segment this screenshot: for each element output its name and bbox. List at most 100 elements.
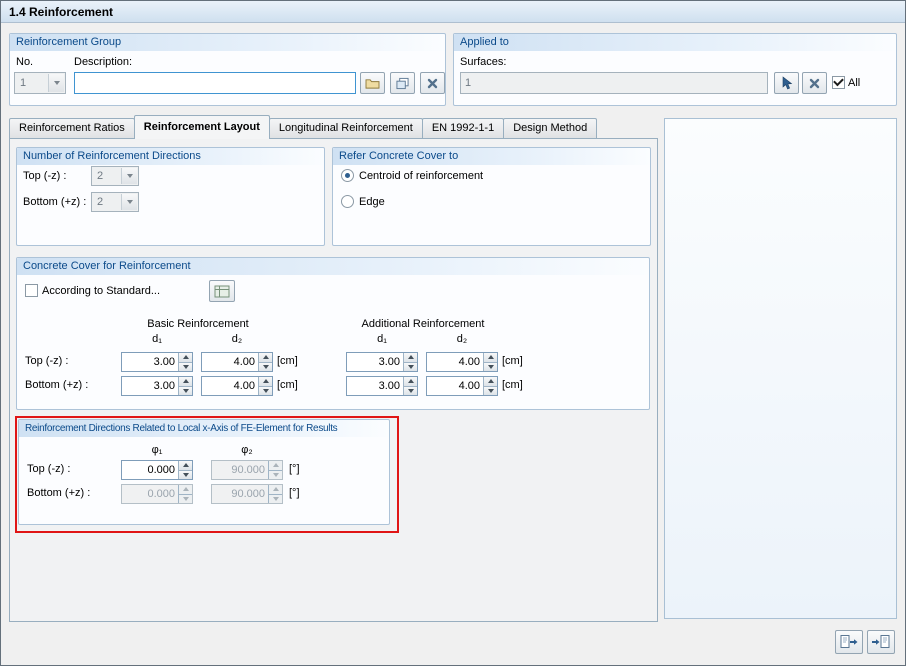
spinner-buttons [258, 353, 272, 371]
group-number-value: 1 [20, 77, 27, 89]
spinner-down-icon [268, 469, 282, 479]
spinner-additional-d2-bottom[interactable]: 4.00 [426, 376, 498, 396]
group-title-reinforcement-group: Reinforcement Group [10, 34, 445, 51]
top-directions-select: 2 [91, 166, 139, 186]
degree-unit-label: [°] [289, 487, 300, 499]
number-of-directions-box: Number of Reinforcement Directions Top (… [16, 147, 325, 246]
spinner-down-icon[interactable] [178, 385, 192, 395]
phi2-header: φ₂ [241, 444, 253, 456]
spinner-up-icon [268, 461, 282, 470]
spinner-additional-d2-top[interactable]: 4.00 [426, 352, 498, 372]
cm-unit-label: [cm] [502, 355, 523, 367]
cover-bottom-row-label: Bottom (+z) : [25, 379, 89, 391]
spinner-up-icon[interactable] [178, 461, 192, 470]
spinner-up-icon[interactable] [483, 377, 497, 386]
spinner-buttons [178, 377, 192, 395]
standard-settings-button[interactable] [209, 280, 235, 302]
spinner-down-icon[interactable] [178, 361, 192, 371]
spinner-basic-d2-bottom[interactable]: 4.00 [201, 376, 273, 396]
tab-reinforcement-ratios[interactable]: Reinforcement Ratios [9, 118, 135, 138]
restore-defaults-button[interactable] [867, 630, 895, 654]
tab-en-1992-1-1[interactable]: EN 1992-1-1 [421, 118, 505, 138]
new-group-button[interactable] [360, 72, 385, 94]
spinner-up-icon[interactable] [403, 377, 417, 386]
spinner-down-icon[interactable] [258, 385, 272, 395]
spinner-additional-d1-bottom[interactable]: 3.00 [346, 376, 418, 396]
additional-reinforcement-header: Additional Reinforcement [361, 318, 485, 330]
folder-icon [365, 77, 380, 90]
spinner-value: 0.000 [147, 488, 175, 500]
spinner-buttons [403, 353, 417, 371]
spinner-buttons [178, 353, 192, 371]
spinner-down-icon[interactable] [403, 361, 417, 371]
group-title-result-directions: Reinforcement Directions Related to Loca… [19, 420, 389, 437]
top-directions-value: 2 [97, 170, 104, 182]
description-label: Description: [74, 56, 133, 68]
pick-surfaces-button[interactable] [774, 72, 799, 94]
spinner-up-icon[interactable] [258, 377, 272, 386]
spinner-phi1-top[interactable]: 0.000 [121, 460, 193, 480]
spinner-down-icon [268, 493, 282, 503]
copy-group-button[interactable] [390, 72, 415, 94]
basic-d1-header: d₁ [152, 333, 162, 345]
spinner-down-icon[interactable] [258, 361, 272, 371]
spinner-up-icon [178, 485, 192, 494]
spinner-up-icon[interactable] [483, 353, 497, 362]
spinner-down-icon[interactable] [483, 385, 497, 395]
according-to-standard-label[interactable]: According to Standard... [42, 285, 160, 298]
delete-x-icon [427, 78, 438, 89]
surfaces-label: Surfaces: [460, 56, 507, 68]
spinner-down-icon[interactable] [403, 385, 417, 395]
group-title-concrete-cover: Concrete Cover for Reinforcement [17, 258, 649, 275]
spinner-buttons [178, 461, 192, 479]
spinner-basic-d1-top[interactable]: 3.00 [121, 352, 193, 372]
spinner-buttons [178, 485, 192, 503]
spinner-up-icon[interactable] [178, 377, 192, 386]
cm-unit-label: [cm] [277, 379, 298, 391]
description-input[interactable] [74, 72, 356, 94]
chevron-down-icon[interactable] [48, 74, 64, 92]
bottom-directions-value: 2 [97, 196, 104, 208]
group-title-refer-cover: Refer Concrete Cover to [333, 148, 650, 165]
spinner-up-icon[interactable] [258, 353, 272, 362]
delete-group-button[interactable] [420, 72, 445, 94]
spinner-basic-d2-top[interactable]: 4.00 [201, 352, 273, 372]
save-defaults-icon [839, 634, 859, 650]
spinner-phi2-bottom: 90.000 [211, 484, 283, 504]
spinner-phi1-bottom: 0.000 [121, 484, 193, 504]
all-surfaces-checkbox[interactable] [832, 76, 845, 89]
centroid-radio[interactable] [341, 169, 354, 182]
spinner-up-icon[interactable] [178, 353, 192, 362]
group-number-select[interactable]: 1 [14, 72, 66, 94]
tab-design-method[interactable]: Design Method [503, 118, 598, 138]
edge-radio[interactable] [341, 195, 354, 208]
cm-unit-label: [cm] [277, 355, 298, 367]
surfaces-input [460, 72, 768, 94]
spinner-down-icon[interactable] [178, 469, 192, 479]
spinner-down-icon[interactable] [483, 361, 497, 371]
spinner-value: 90.000 [231, 464, 265, 476]
result-directions-box: Reinforcement Directions Related to Loca… [18, 419, 390, 525]
according-to-standard-checkbox[interactable] [25, 284, 38, 297]
spinner-basic-d1-bottom[interactable]: 3.00 [121, 376, 193, 396]
spinner-value: 4.00 [458, 380, 480, 392]
spinner-up-icon[interactable] [403, 353, 417, 362]
spinner-buttons [483, 377, 497, 395]
spinner-value: 3.00 [378, 356, 400, 368]
tab-reinforcement-layout[interactable]: Reinforcement Layout [133, 115, 270, 139]
dialog-title: 1.4 Reinforcement [9, 4, 114, 19]
bottom-z-label: Bottom (+z) : [23, 196, 87, 208]
centroid-radio-label[interactable]: Centroid of reinforcement [359, 170, 483, 183]
no-label: No. [16, 56, 34, 68]
tab-longitudinal-reinforcement[interactable]: Longitudinal Reinforcement [268, 118, 423, 138]
reinforcement-dialog: 1.4 Reinforcement Reinforcement Group No… [0, 0, 906, 666]
spinner-additional-d1-top[interactable]: 3.00 [346, 352, 418, 372]
clear-surfaces-button[interactable] [802, 72, 827, 94]
save-defaults-button[interactable] [835, 630, 863, 654]
spinner-value: 3.00 [378, 380, 400, 392]
cover-top-row-label: Top (-z) : [25, 355, 69, 367]
delete-x-icon [809, 78, 820, 89]
spinner-value: 4.00 [233, 380, 255, 392]
edge-radio-label[interactable]: Edge [359, 196, 385, 209]
all-surfaces-label: All [848, 77, 861, 89]
